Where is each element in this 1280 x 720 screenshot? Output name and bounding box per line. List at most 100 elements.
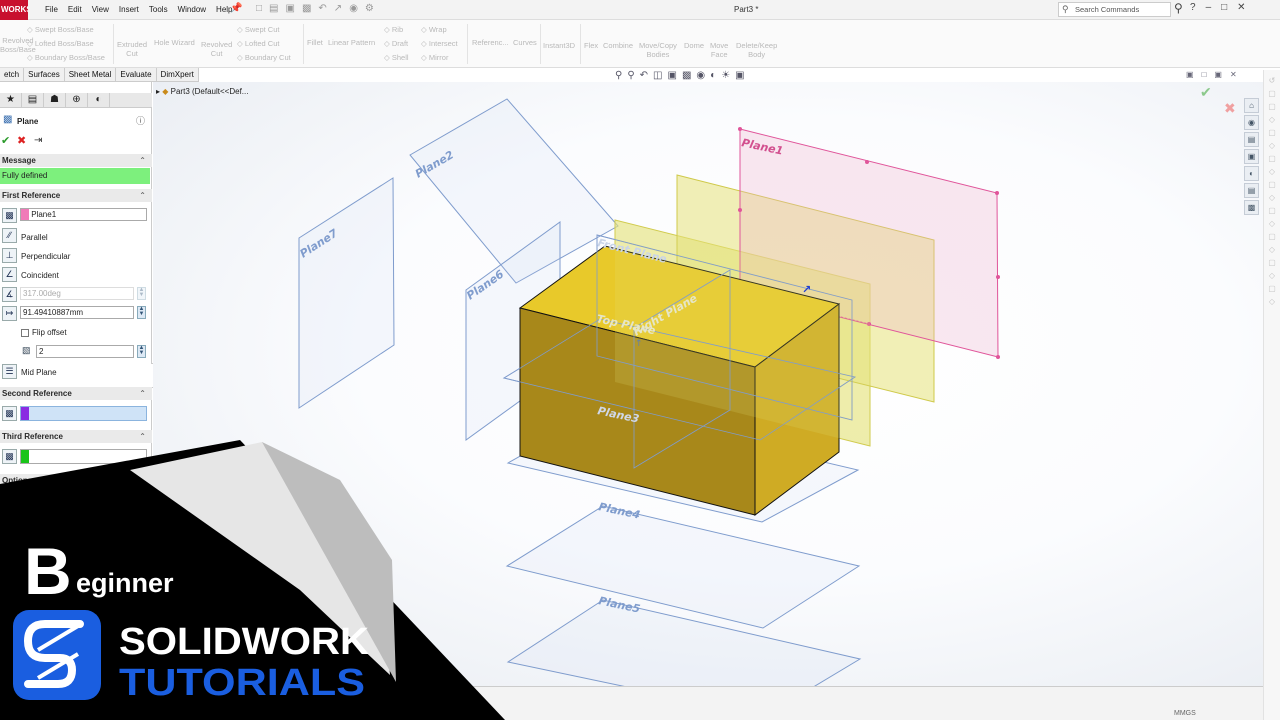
plane1-handle[interactable]	[865, 160, 869, 164]
extruded-cut-button[interactable]: Extruded Cut	[117, 40, 147, 58]
viewport-close-icon[interactable]: ✕	[1230, 70, 1237, 79]
coincident-option[interactable]: Coincident	[21, 271, 59, 281]
wrap-button[interactable]: ◇ Wrap	[421, 25, 447, 34]
toolbar-icon[interactable]: ◇	[1269, 245, 1275, 254]
plane1-handle[interactable]	[996, 275, 1000, 279]
new-icon[interactable]: □	[256, 3, 262, 14]
lofted-cut-button[interactable]: ◇ Lofted Cut	[237, 39, 279, 48]
swept-boss-button[interactable]: ◇ Swept Boss/Base	[27, 25, 94, 34]
zoom-to-fit-icon[interactable]: ⚲	[615, 70, 622, 81]
tab-sheet-metal[interactable]: Sheet Metal	[65, 68, 117, 81]
help-circle-icon[interactable]: ⓘ	[136, 116, 145, 126]
offset-distance-icon[interactable]: ↦	[2, 306, 17, 321]
print-icon[interactable]: ▩	[302, 3, 311, 14]
feature-manager-tab-icon[interactable]: ★	[0, 93, 22, 107]
intersect-button[interactable]: ◇ Intersect	[421, 39, 458, 48]
scenes-icon[interactable]: ☀	[721, 70, 730, 81]
menu-window[interactable]: Window	[173, 0, 211, 20]
toolbar-icon[interactable]: ◇	[1269, 219, 1275, 228]
tab-dimxpert[interactable]: DimXpert	[157, 68, 199, 81]
feature-tree-flyout[interactable]: ▸ ◆ Part3 (Default<<Def...	[156, 87, 248, 96]
angle-spinner[interactable]: ▲ ▼	[137, 287, 146, 300]
toolbar-icon[interactable]: ◇	[1269, 141, 1275, 150]
distance-spinner[interactable]: ▲ ▼	[137, 306, 146, 319]
pin-icon[interactable]: 📌	[230, 3, 242, 14]
viewport-maximize-icon[interactable]: ▣	[1214, 70, 1222, 79]
plane5-surface[interactable]	[506, 599, 862, 686]
toolbar-icon[interactable]: ◇	[1269, 115, 1275, 124]
keep-visible-pin-icon[interactable]: ⇥	[34, 136, 42, 146]
toolbar-icon[interactable]: ◇	[1269, 167, 1275, 176]
tab-sketch[interactable]: etch	[0, 68, 25, 81]
viewport-tile-icon[interactable]: □	[1202, 70, 1207, 79]
viewport-restore-icon[interactable]: ▣	[1186, 70, 1194, 79]
minimize-icon[interactable]: –	[1206, 2, 1212, 13]
toolbar-icon[interactable]: ▢	[1268, 128, 1276, 137]
lofted-boss-button[interactable]: ◇ Lofted Boss/Base	[27, 39, 94, 48]
view-orientation-icon[interactable]: ▣	[668, 70, 677, 81]
move-face-button[interactable]: Move Face	[710, 41, 728, 59]
plane1-handle[interactable]	[738, 208, 742, 212]
second-reference-field[interactable]	[20, 406, 147, 421]
perpendicular-icon[interactable]: ⊥	[2, 248, 17, 263]
hide-show-icon[interactable]: ◉	[696, 70, 705, 81]
help-icon[interactable]: ?	[1190, 2, 1196, 13]
menu-insert[interactable]: Insert	[114, 0, 144, 20]
menu-file[interactable]: File	[40, 0, 63, 20]
rebuild-icon[interactable]: ◉	[349, 3, 358, 14]
restore-icon[interactable]: □	[1221, 2, 1227, 13]
resources-icon[interactable]: ◉	[1244, 115, 1259, 130]
menu-view[interactable]: View	[87, 0, 114, 20]
app-logo[interactable]: WORKS	[0, 0, 28, 20]
curves-button[interactable]: Curves	[513, 38, 537, 47]
move-copy-button[interactable]: Move/Copy Bodies	[639, 41, 677, 59]
toolbar-icon[interactable]: ▢	[1268, 258, 1276, 267]
home-icon[interactable]: ⌂	[1244, 98, 1259, 113]
message-header[interactable]: Message ⌃	[0, 154, 152, 167]
combine-button[interactable]: Combine	[603, 41, 633, 50]
parallel-option[interactable]: Parallel	[21, 233, 48, 243]
open-icon[interactable]: ▤	[269, 3, 278, 14]
draft-button[interactable]: ◇ Draft	[384, 39, 408, 48]
save-icon[interactable]: ▣	[286, 3, 295, 14]
hole-wizard-button[interactable]: Hole Wizard	[154, 38, 195, 47]
collapse-chevron-icon[interactable]: ⌃	[139, 430, 146, 443]
plane4-surface[interactable]	[505, 505, 861, 629]
view-settings-icon[interactable]: ▣	[735, 70, 744, 81]
angle-field[interactable]: 317.00deg	[20, 287, 134, 300]
toolbar-icon[interactable]: ▢	[1268, 89, 1276, 98]
tab-surfaces[interactable]: Surfaces	[24, 68, 65, 81]
edit-appearance-icon[interactable]: ◐	[710, 70, 716, 81]
ok-check-icon[interactable]: ✔	[1, 136, 10, 147]
dimxpert-manager-tab-icon[interactable]: ⊕	[66, 93, 88, 107]
zoom-to-area-icon[interactable]: ⚲	[627, 70, 634, 81]
previous-view-icon[interactable]: ↶	[640, 70, 648, 81]
parallel-icon[interactable]: ∕∕	[2, 228, 17, 243]
toolbar-icon[interactable]: ▢	[1268, 232, 1276, 241]
mid-plane-icon[interactable]: ☰	[2, 364, 17, 379]
toolbar-icon[interactable]: ▢	[1268, 206, 1276, 215]
delete-keep-body-button[interactable]: Delete/Keep Body	[736, 41, 777, 59]
view-palette-icon[interactable]: ◐	[1244, 166, 1259, 181]
coincident-icon[interactable]: ∠	[2, 267, 17, 282]
revolved-cut-button[interactable]: Revolved Cut	[201, 40, 232, 58]
display-manager-tab-icon[interactable]: ◐	[88, 93, 110, 107]
third-reference-field[interactable]	[20, 449, 147, 464]
toolbar-icon[interactable]: ◇	[1269, 297, 1275, 306]
close-icon[interactable]: ✕	[1237, 2, 1245, 13]
custom-properties-icon[interactable]: ▩	[1244, 200, 1259, 215]
plane1-handle[interactable]	[996, 355, 1000, 359]
linear-pattern-button[interactable]: Linear Pattern	[328, 38, 375, 47]
instant3d-button[interactable]: Instant3D	[543, 41, 575, 50]
display-style-icon[interactable]: ▩	[682, 70, 691, 81]
toolbar-icon[interactable]: ◇	[1269, 271, 1275, 280]
instance-count-field[interactable]: 2	[36, 345, 134, 358]
unit-system-indicator[interactable]: MMGS	[1174, 710, 1196, 717]
tab-evaluate[interactable]: Evaluate	[116, 68, 157, 81]
appearances-icon[interactable]: ▤	[1244, 183, 1259, 198]
undo-icon[interactable]: ↶	[318, 3, 326, 14]
expand-arrow-icon[interactable]: ▸	[156, 87, 160, 96]
third-reference-header[interactable]: Third Reference ⌃	[0, 430, 152, 443]
graphics-area[interactable]: ↗ ↑ Plane1 Plane2 Plane7 Plane6 Plane3 P…	[153, 82, 1263, 686]
angle-icon[interactable]: ∡	[2, 287, 17, 302]
